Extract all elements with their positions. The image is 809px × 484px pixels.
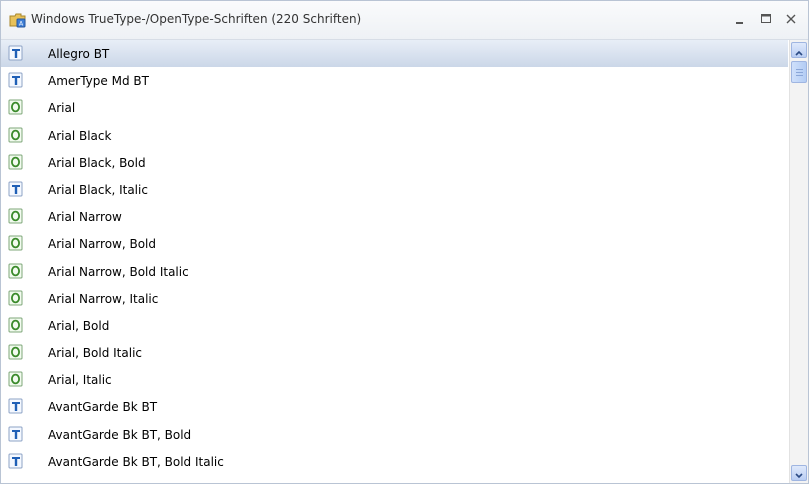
opentype-font-icon xyxy=(8,127,24,143)
font-name-label: Arial Narrow, Bold xyxy=(48,237,157,252)
opentype-font-icon xyxy=(8,344,24,360)
truetype-font-icon xyxy=(8,45,24,61)
font-list-item[interactable]: AvantGarde Bk BT, Bold Italic xyxy=(1,448,788,475)
opentype-font-icon xyxy=(8,208,24,224)
font-name-label: Arial, Italic xyxy=(48,373,112,388)
truetype-font-icon xyxy=(8,398,24,414)
close-button[interactable] xyxy=(782,10,800,28)
font-list-item[interactable]: Arial Narrow, Bold Italic xyxy=(1,258,788,285)
maximize-button[interactable] xyxy=(757,10,775,28)
font-list-item[interactable]: Arial Black, Italic xyxy=(1,176,788,203)
font-list-item[interactable]: Arial, Italic xyxy=(1,366,788,393)
minimize-icon xyxy=(735,10,745,29)
scroll-down-button[interactable] xyxy=(791,465,807,481)
font-list-item[interactable]: Arial xyxy=(1,94,788,121)
font-list-item[interactable]: Arial Black, Bold xyxy=(1,149,788,176)
font-list-item[interactable]: Allegro BT xyxy=(1,40,788,68)
grip-line xyxy=(796,75,803,76)
font-name-label: Allegro BT xyxy=(48,47,110,61)
font-list-item[interactable]: Arial Narrow xyxy=(1,203,788,230)
font-list-item[interactable]: Arial Black xyxy=(1,122,788,149)
font-name-label: Arial Narrow, Bold Italic xyxy=(48,264,189,279)
truetype-font-icon xyxy=(8,426,24,442)
font-list-item[interactable]: AvantGarde Bk BT xyxy=(1,393,788,420)
font-name-label: Arial Narrow xyxy=(48,210,122,225)
opentype-font-icon xyxy=(8,371,24,387)
opentype-font-icon xyxy=(8,317,24,333)
font-name-label: Arial Narrow, Italic xyxy=(48,291,159,306)
close-icon xyxy=(785,10,797,29)
truetype-font-icon xyxy=(8,181,24,197)
scroll-thumb[interactable] xyxy=(791,61,807,83)
font-list-item[interactable]: Arial Narrow, Italic xyxy=(1,285,788,312)
font-list[interactable]: Allegro BT AmerType Md BT Arial Arial Black… xyxy=(1,40,788,483)
chevron-up-icon xyxy=(795,41,803,60)
grip-line xyxy=(796,69,803,70)
font-list-window: A Windows TrueType-/OpenType-Schriften (… xyxy=(0,0,809,484)
opentype-font-icon xyxy=(8,154,24,170)
font-name-label: Arial Black xyxy=(48,128,112,143)
opentype-font-icon xyxy=(8,235,24,251)
font-name-label: Arial Black, Bold xyxy=(48,155,146,170)
fonts-folder-icon: A xyxy=(9,12,27,28)
minimize-button[interactable] xyxy=(731,10,749,28)
title-bar[interactable]: A Windows TrueType-/OpenType-Schriften (… xyxy=(1,1,808,40)
font-name-label: Arial xyxy=(48,101,76,116)
font-name-label: Arial, Bold Italic xyxy=(48,346,142,361)
font-name-label: Arial, Bold xyxy=(48,318,110,333)
opentype-font-icon xyxy=(8,263,24,279)
font-name-label: AvantGarde Bk BT, Bold Italic xyxy=(48,454,224,469)
maximize-icon xyxy=(760,10,772,29)
grip-line xyxy=(796,72,803,73)
font-list-item[interactable]: Arial Narrow, Bold xyxy=(1,230,788,257)
font-name-label: AmerType Md BT xyxy=(48,74,149,89)
font-list-item[interactable]: AmerType Md BT xyxy=(1,67,788,94)
font-list-item[interactable]: Arial, Bold xyxy=(1,312,788,339)
font-name-label: AvantGarde Bk BT, Bold xyxy=(48,427,192,442)
truetype-font-icon xyxy=(8,72,24,88)
opentype-font-icon xyxy=(8,290,24,306)
font-name-label: Arial Black, Italic xyxy=(48,182,148,197)
chevron-down-icon xyxy=(795,464,803,483)
font-list-item[interactable]: AvantGarde Bk BT, Bold xyxy=(1,421,788,448)
vertical-scrollbar[interactable] xyxy=(789,40,808,483)
font-name-label: AvantGarde Bk BT xyxy=(48,400,158,415)
font-list-item[interactable]: Arial, Bold Italic xyxy=(1,339,788,366)
opentype-font-icon xyxy=(8,99,24,115)
scroll-up-button[interactable] xyxy=(791,42,807,58)
truetype-font-icon xyxy=(8,453,24,469)
window-title: Windows TrueType-/OpenType-Schriften (22… xyxy=(31,12,362,26)
